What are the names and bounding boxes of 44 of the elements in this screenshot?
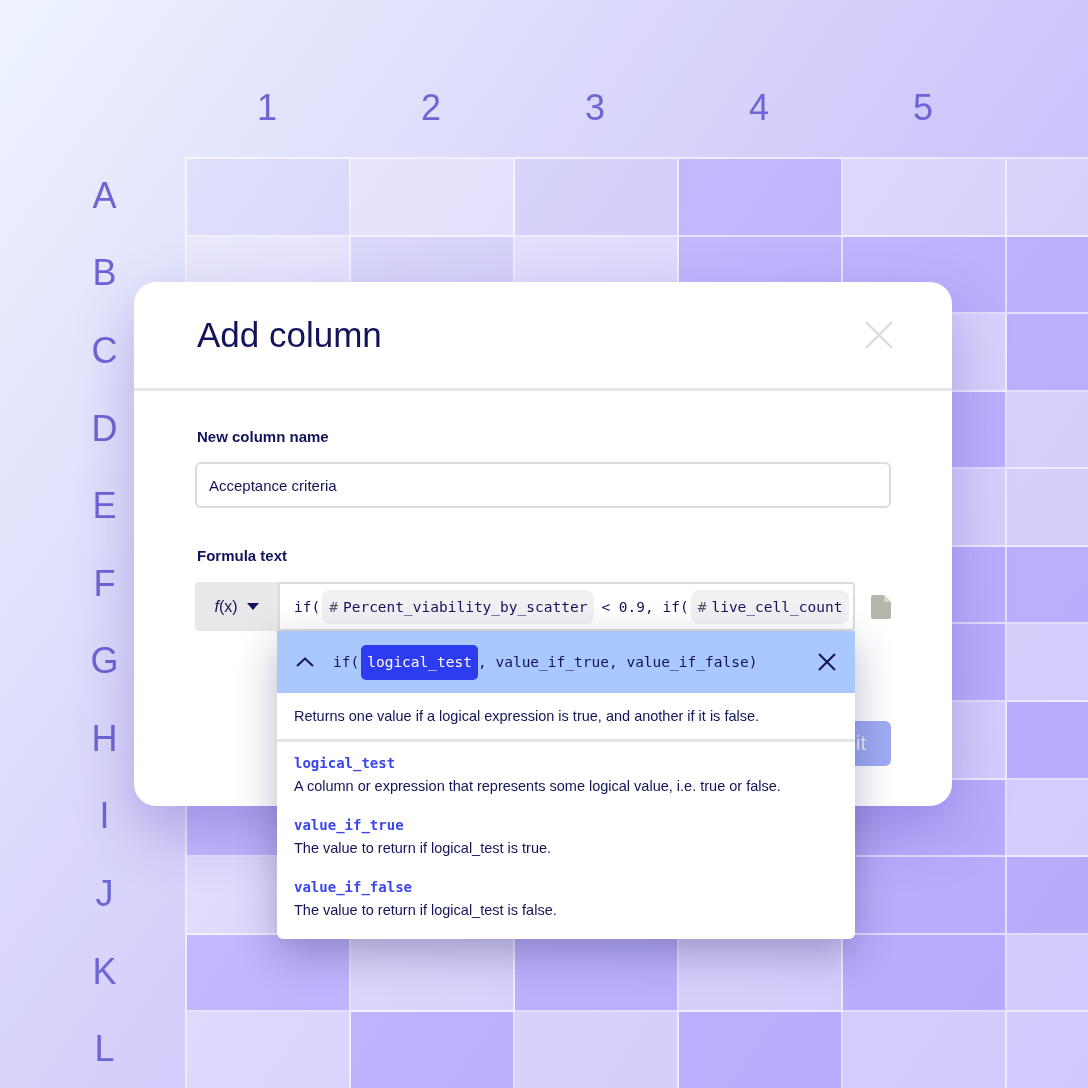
parameter-name: value_if_true bbox=[294, 816, 405, 836]
column-type-symbol: # bbox=[697, 598, 707, 615]
parameter-description: A column or expression that represents some logical value, i.e. true or false. bbox=[294, 777, 782, 796]
parameter-description: The value to return if logical_test is true. bbox=[294, 839, 553, 858]
row-label: B bbox=[92, 253, 117, 294]
row-label: C bbox=[91, 330, 118, 371]
parameter-name: value_if_false bbox=[294, 878, 413, 898]
parameter-token: value_if_false bbox=[626, 652, 749, 673]
field-label: New column name bbox=[196, 428, 330, 446]
close-icon[interactable] bbox=[818, 653, 836, 671]
column-label: 5 bbox=[912, 88, 934, 128]
signature-text: if( bbox=[333, 654, 360, 670]
dialog-title: Add column bbox=[197, 315, 382, 355]
row-label: D bbox=[91, 408, 118, 449]
column-name-input[interactable]: Acceptance criteria bbox=[195, 462, 891, 508]
formula-input[interactable]: if( # Percent_viability_by_scatter < 0.9, if( # live_cell_count bbox=[278, 582, 855, 631]
row-label: I bbox=[99, 796, 110, 837]
signature-text: , bbox=[608, 654, 619, 670]
row-label: E bbox=[92, 486, 117, 527]
row-label: J bbox=[95, 874, 114, 915]
column-label: 3 bbox=[584, 88, 606, 128]
column-type-symbol: # bbox=[329, 598, 338, 615]
signature-text: , bbox=[477, 654, 488, 670]
row-label: G bbox=[90, 641, 119, 682]
parameter-description: The value to return if logical_test is false. bbox=[294, 901, 558, 920]
row-label: K bbox=[92, 951, 117, 992]
column-label: 4 bbox=[748, 88, 770, 128]
function-menu-button[interactable]: f(x) bbox=[195, 582, 278, 631]
column-name: live_cell_count bbox=[711, 598, 843, 615]
signature-text: ) bbox=[748, 654, 758, 670]
column-label: 1 bbox=[256, 88, 278, 128]
parameter-name: logical_test bbox=[294, 754, 397, 774]
function-description: Returns one value if a logical expression is true, and another if it is false. bbox=[277, 693, 855, 742]
caret-down-icon bbox=[246, 603, 259, 610]
row-label: A bbox=[92, 175, 117, 216]
column-label: 2 bbox=[420, 88, 442, 128]
chevron-up-icon[interactable] bbox=[296, 657, 314, 667]
row-label: H bbox=[91, 718, 118, 759]
parameter-token: logical_test bbox=[361, 644, 478, 680]
row-label: F bbox=[93, 563, 116, 604]
parameter-token: value_if_true bbox=[495, 652, 609, 673]
row-label: L bbox=[94, 1029, 115, 1070]
column-name: Percent_viability_by_scatter bbox=[342, 598, 588, 615]
field-label: Formula text bbox=[196, 547, 288, 565]
